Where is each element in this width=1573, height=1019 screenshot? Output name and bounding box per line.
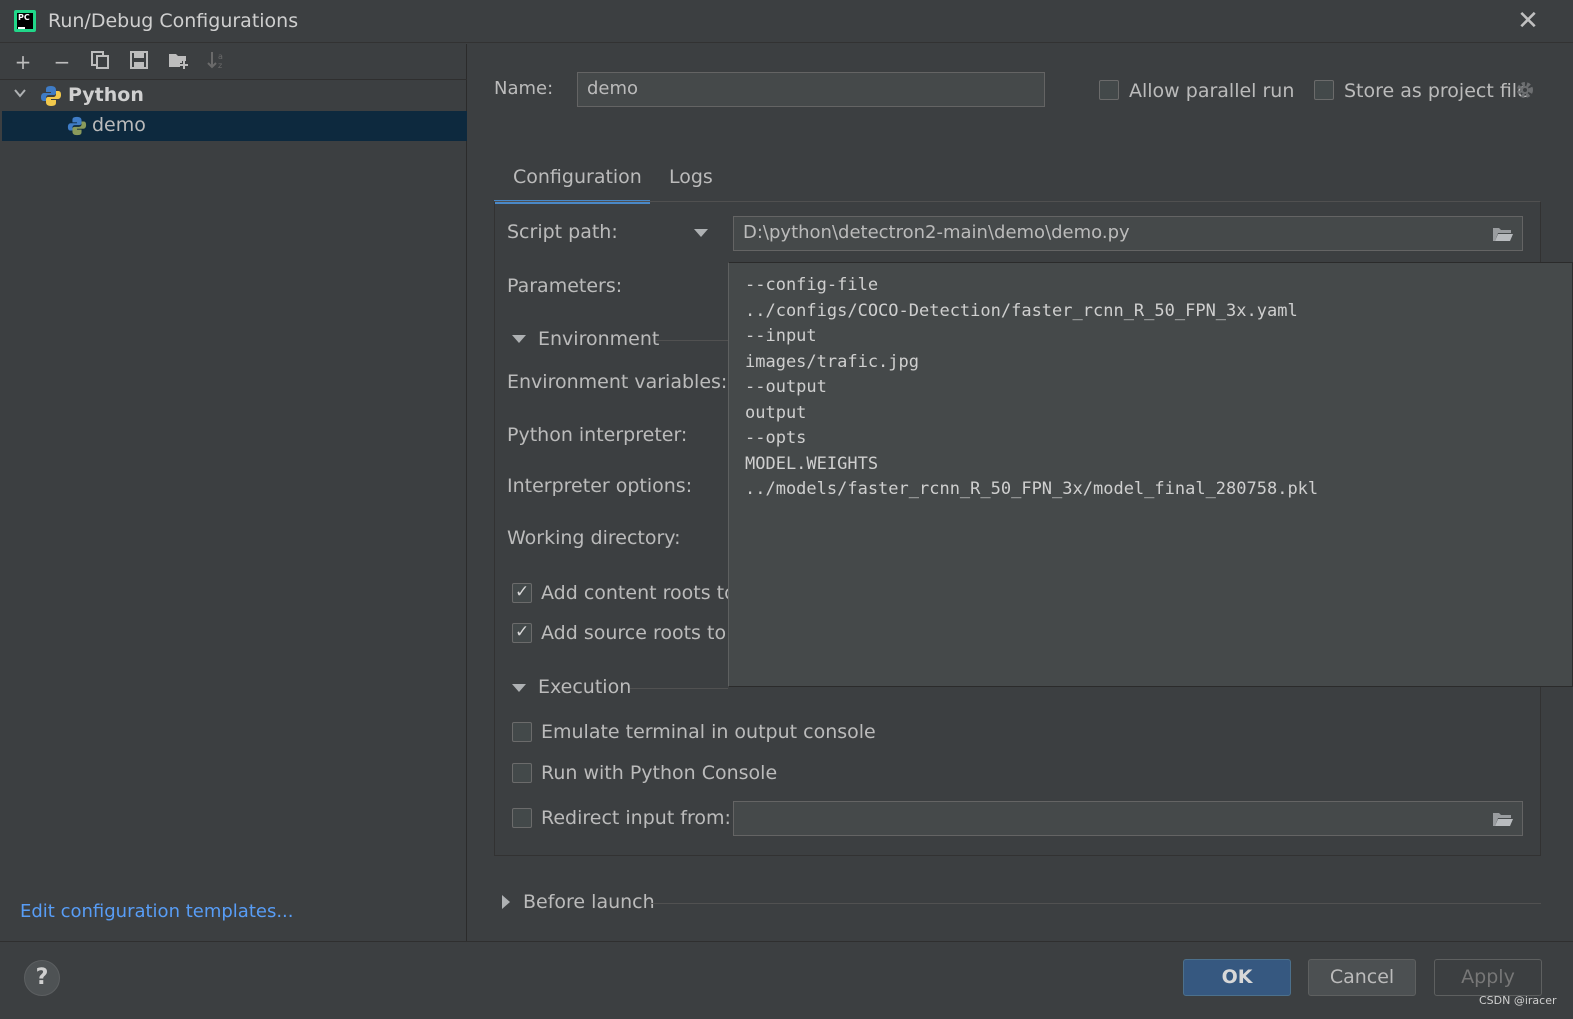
environment-section-title: Environment [538, 328, 660, 350]
execution-section-title: Execution [538, 676, 632, 698]
copy-icon[interactable] [88, 50, 112, 74]
tree-item-demo[interactable]: demo [2, 111, 467, 141]
parameter-line: --opts [745, 428, 807, 448]
redirect-input-checkbox[interactable] [512, 808, 532, 828]
interpreter-options-label: Interpreter options: [507, 475, 693, 497]
script-path-value: D:\python\detectron2-main\demo\demo.py [743, 222, 1130, 243]
store-project-checkbox[interactable] [1314, 80, 1334, 100]
env-vars-label: Environment variables: [507, 371, 728, 393]
parameter-line: --config-file [745, 275, 879, 295]
parameter-line: --input [745, 326, 817, 346]
python-icon [40, 85, 62, 111]
add-source-roots-label: Add source roots to P [541, 622, 744, 644]
watermark: CSDN @iracer [1479, 994, 1557, 1007]
pycharm-icon: PC [14, 10, 36, 32]
new-folder-icon[interactable] [167, 50, 191, 74]
name-input-value: demo [587, 78, 639, 99]
add-content-roots-label: Add content roots to [541, 582, 736, 604]
chevron-down-icon[interactable] [13, 86, 27, 104]
environment-divider [656, 340, 728, 341]
emulate-terminal-checkbox[interactable] [512, 722, 532, 742]
svg-text:a: a [218, 52, 223, 61]
parameter-line: ../configs/COCO-Detection/faster_rcnn_R_… [745, 301, 1298, 321]
name-label: Name: [494, 78, 554, 99]
svg-text:z: z [218, 61, 222, 70]
redirect-input-field[interactable] [733, 801, 1523, 836]
sort-icon: az [205, 50, 229, 74]
parameters-label-text: Parameters: [507, 275, 623, 297]
window-title: Run/Debug Configurations [48, 10, 299, 32]
collapse-execution-icon[interactable] [512, 684, 526, 692]
browse-folder-icon[interactable] [1492, 226, 1514, 242]
before-launch-title[interactable]: Before launch [523, 891, 655, 913]
allow-parallel-checkbox[interactable] [1099, 80, 1119, 100]
parameter-line: output [745, 403, 807, 423]
emulate-terminal-label: Emulate terminal in output console [541, 721, 876, 743]
tree-group-label: Python [68, 84, 144, 106]
parameter-line: MODEL.WEIGHTS [745, 454, 879, 474]
script-path-label: Script path: [507, 221, 618, 243]
collapse-environment-icon[interactable] [512, 335, 526, 343]
run-python-console-checkbox[interactable] [512, 763, 532, 783]
cancel-button[interactable]: Cancel [1308, 959, 1416, 996]
working-directory-label: Working directory: [507, 527, 681, 549]
tab-configuration[interactable]: Configuration [494, 160, 650, 204]
python-config-icon [67, 116, 87, 140]
parameter-line: images/trafic.jpg [745, 352, 919, 372]
parameter-line: ../models/faster_rcnn_R_50_FPN_3x/model_… [745, 479, 1319, 499]
script-path-input[interactable]: D:\python\detectron2-main\demo\demo.py [733, 216, 1523, 251]
save-icon[interactable] [127, 50, 151, 74]
before-launch-divider [650, 903, 1541, 904]
edit-templates-link[interactable]: Edit configuration templates... [20, 901, 294, 922]
add-content-roots-checkbox[interactable] [512, 582, 532, 603]
expand-before-launch-icon[interactable] [502, 895, 510, 909]
minus-icon[interactable]: − [50, 50, 74, 74]
run-python-console-label: Run with Python Console [541, 762, 778, 784]
configurations-tree-panel [0, 44, 467, 941]
name-input[interactable]: demo [577, 72, 1045, 107]
execution-divider [630, 688, 728, 689]
gear-icon[interactable] [1515, 80, 1537, 102]
store-project-label: Store as project file [1344, 80, 1529, 102]
parameters-label: Parameters: [507, 275, 622, 297]
close-icon[interactable]: ✕ [1514, 8, 1542, 36]
tree-toolbar: + − az [0, 44, 467, 80]
ok-button[interactable]: OK [1183, 959, 1291, 996]
tree-item-label: demo [92, 114, 146, 136]
tab-logs[interactable]: Logs [669, 166, 713, 188]
plus-icon[interactable]: + [11, 50, 35, 74]
python-interpreter-label: Python interpreter: [507, 424, 688, 446]
tab-configuration-label: Configuration [513, 166, 642, 188]
redirect-input-label: Redirect input from: [541, 807, 731, 829]
tree-group-python[interactable]: Python [0, 82, 467, 110]
script-type-dropdown-icon[interactable] [694, 229, 710, 239]
apply-button[interactable]: Apply [1434, 959, 1542, 996]
add-source-roots-checkbox[interactable] [512, 622, 532, 643]
parameters-expanded-editor[interactable]: --config-file ../configs/COCO-Detection/… [728, 262, 1573, 687]
help-button[interactable]: ? [24, 960, 60, 996]
allow-parallel-label: Allow parallel run [1129, 80, 1295, 102]
parameter-line: --output [745, 377, 827, 397]
browse-folder-icon[interactable] [1492, 811, 1514, 827]
